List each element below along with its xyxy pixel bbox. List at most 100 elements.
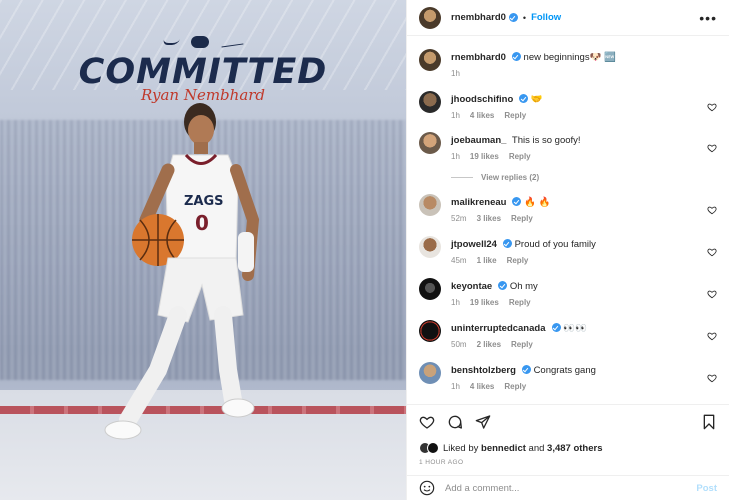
comment-text: This is so goofy! xyxy=(511,135,581,146)
like-comment-heart-icon[interactable] xyxy=(707,205,717,215)
view-replies-label[interactable]: View replies (2) xyxy=(481,173,539,182)
like-comment-heart-icon[interactable] xyxy=(707,289,717,299)
emoji-icon[interactable] xyxy=(419,480,435,496)
reply-button[interactable]: Reply xyxy=(504,111,526,120)
like-comment-heart-icon[interactable] xyxy=(707,331,717,341)
post-side-panel: rnembhard0 • Follow ••• rnembhard0 new b… xyxy=(406,0,729,500)
reply-button[interactable]: Reply xyxy=(509,298,531,307)
comment-text: 🤝 xyxy=(530,94,543,105)
comment-likes[interactable]: 19 likes xyxy=(470,152,499,161)
follow-button[interactable]: Follow xyxy=(531,12,561,23)
separator-dot: • xyxy=(522,12,527,23)
more-options-icon[interactable]: ••• xyxy=(699,10,717,26)
comment-username[interactable]: jtpowell24 xyxy=(451,239,497,250)
comment-time: 45m xyxy=(451,256,467,265)
liker-avatar[interactable] xyxy=(427,442,439,454)
share-icon[interactable] xyxy=(475,414,491,430)
bulldog-logo-icon xyxy=(191,36,209,48)
verified-icon xyxy=(508,13,518,22)
comment-item: benshtolzberg Congrats gang 1h 4 likes R… xyxy=(419,361,717,391)
comment-username[interactable]: jhoodschifino xyxy=(451,94,513,105)
liked-by-and: and xyxy=(528,442,545,454)
comment-likes[interactable]: 19 likes xyxy=(470,298,499,307)
commenter-avatar[interactable] xyxy=(419,132,441,154)
verified-icon xyxy=(512,197,522,206)
caption-time: 1h xyxy=(451,69,460,78)
verified-icon xyxy=(551,323,561,332)
author-avatar[interactable] xyxy=(419,49,441,71)
commenter-avatar[interactable] xyxy=(419,236,441,258)
reply-button[interactable]: Reply xyxy=(509,152,531,161)
comment-item: malikreneau 🔥 🔥 52m 3 likes Reply xyxy=(419,193,717,223)
commenter-avatar[interactable] xyxy=(419,320,441,342)
player-figure-illustration: ZAGS 0 xyxy=(104,103,260,440)
comments-list: rnembhard0 new beginnings🐶 🆕 1h jhoodsch… xyxy=(407,48,729,391)
comment-username[interactable]: joebauman_ xyxy=(451,135,506,146)
comment-likes[interactable]: 4 likes xyxy=(470,382,494,391)
comment-username[interactable]: uninterruptedcanada xyxy=(451,323,546,334)
comment-text: 👀👀 xyxy=(563,323,587,334)
like-comment-heart-icon[interactable] xyxy=(707,247,717,257)
comment-likes[interactable]: 1 like xyxy=(477,256,497,265)
like-comment-heart-icon[interactable] xyxy=(707,373,717,383)
brand-logos xyxy=(0,36,406,48)
post-actions: Liked by bennedict and 3,487 others 1 HO… xyxy=(407,404,729,466)
comment-icon[interactable] xyxy=(447,414,463,430)
comment-item: joebauman_ This is so goofy! 1h 19 likes… xyxy=(419,131,717,182)
like-comment-heart-icon[interactable] xyxy=(707,143,717,153)
author-username[interactable]: rnembhard0 xyxy=(451,12,506,23)
verified-icon xyxy=(511,52,521,61)
commenter-avatar[interactable] xyxy=(419,278,441,300)
view-replies-button[interactable]: View replies (2) xyxy=(451,173,717,182)
bookmark-icon[interactable] xyxy=(701,414,717,430)
comment-item: uninterruptedcanada 👀👀 50m 2 likes Reply xyxy=(419,319,717,349)
swoosh-logo-icon xyxy=(161,39,181,45)
author-avatar[interactable] xyxy=(419,6,441,29)
caption-text: new beginnings🐶 🆕 xyxy=(523,52,616,63)
liked-by-user[interactable]: bennedict xyxy=(481,443,526,454)
comment-username[interactable]: benshtolzberg xyxy=(451,365,516,376)
like-heart-icon[interactable] xyxy=(419,414,435,430)
comment-time: 52m xyxy=(451,214,467,223)
reply-button[interactable]: Reply xyxy=(504,382,526,391)
comment-input[interactable] xyxy=(445,482,697,494)
comment-time: 1h xyxy=(451,298,460,307)
post-image[interactable]: COMMITTED Ryan Nembhard ZAGS 0 xyxy=(0,0,406,500)
likes-summary: Liked by bennedict and 3,487 others xyxy=(419,442,717,454)
verified-icon xyxy=(498,281,508,290)
liked-by-others[interactable]: 3,487 others xyxy=(547,443,602,454)
comment-likes[interactable]: 2 likes xyxy=(477,340,501,349)
reply-button[interactable]: Reply xyxy=(511,340,533,349)
post-comment-button[interactable]: Post xyxy=(696,483,717,494)
commenter-avatar[interactable] xyxy=(419,362,441,384)
verified-icon xyxy=(521,365,531,374)
caption: rnembhard0 new beginnings🐶 🆕 1h xyxy=(419,48,717,78)
commenter-avatar[interactable] xyxy=(419,194,441,216)
reply-button[interactable]: Reply xyxy=(511,214,533,223)
comment-item: jhoodschifino 🤝 1h 4 likes Reply xyxy=(419,90,717,120)
comment-text: Proud of you family xyxy=(514,239,596,250)
comment-text: Congrats gang xyxy=(533,365,596,376)
comment-item: jtpowell24 Proud of you family 45m 1 lik… xyxy=(419,235,717,265)
reply-button[interactable]: Reply xyxy=(507,256,529,265)
coach-signature-icon xyxy=(220,36,244,48)
comment-time: 1h xyxy=(451,382,460,391)
commenter-avatar[interactable] xyxy=(419,91,441,113)
verified-icon xyxy=(502,239,512,248)
like-comment-heart-icon[interactable] xyxy=(707,102,717,112)
comment-likes[interactable]: 4 likes xyxy=(470,111,494,120)
comment-time: 50m xyxy=(451,340,467,349)
comment-time: 1h xyxy=(451,152,460,161)
comment-likes[interactable]: 3 likes xyxy=(477,214,501,223)
comment-time: 1h xyxy=(451,111,460,120)
comment-item: keyontae Oh my 1h 19 likes Reply xyxy=(419,277,717,307)
comment-text: 🔥 🔥 xyxy=(524,197,551,208)
caption-username[interactable]: rnembhard0 xyxy=(451,52,506,63)
post-header: rnembhard0 • Follow ••• xyxy=(407,0,729,36)
comment-username[interactable]: malikreneau xyxy=(451,197,506,208)
liker-avatars xyxy=(419,442,439,454)
verified-icon xyxy=(519,94,529,103)
post-timestamp: 1 HOUR AGO xyxy=(419,459,464,466)
comment-username[interactable]: keyontae xyxy=(451,281,492,292)
replies-line xyxy=(451,177,473,178)
